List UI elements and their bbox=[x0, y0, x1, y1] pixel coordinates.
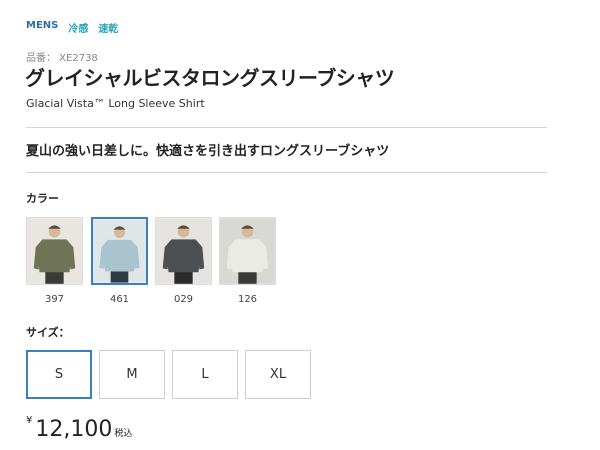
swatch-thumbnail bbox=[91, 217, 148, 285]
divider bbox=[26, 172, 547, 173]
tag-mens[interactable]: MENS bbox=[26, 20, 58, 35]
size-options: S M L XL bbox=[26, 350, 311, 399]
page-title: グレイシャルビスタロングスリーブシャツ bbox=[25, 66, 395, 90]
size-option-l[interactable]: L bbox=[172, 350, 238, 399]
swatch-code: 461 bbox=[109, 294, 130, 305]
size-option-s[interactable]: S bbox=[26, 350, 92, 399]
swatch-thumbnail bbox=[219, 217, 276, 285]
swatch-thumbnail bbox=[155, 217, 212, 285]
currency-symbol: ¥ bbox=[26, 415, 33, 426]
product-tagline: 夏山の強い日差しに。快適さを引き出すロングスリーブシャツ bbox=[26, 144, 390, 159]
model-photo bbox=[220, 218, 275, 284]
size-option-xl[interactable]: XL bbox=[245, 350, 311, 399]
model-photo bbox=[156, 218, 211, 284]
swatch-code: 397 bbox=[44, 294, 65, 305]
size-section-label: サイズ： bbox=[26, 326, 70, 339]
color-swatch-461[interactable]: 461 bbox=[91, 217, 148, 305]
swatch-thumbnail bbox=[26, 217, 83, 285]
size-option-m[interactable]: M bbox=[99, 350, 165, 399]
model-photo bbox=[27, 218, 82, 284]
color-swatch-397[interactable]: 397 bbox=[26, 217, 83, 305]
swatch-code: 029 bbox=[173, 294, 194, 305]
color-swatch-029[interactable]: 029 bbox=[155, 217, 212, 305]
divider bbox=[26, 127, 547, 128]
tax-included-label: 税込 bbox=[114, 429, 133, 439]
feature-tags: MENS 冷感 速乾 bbox=[26, 20, 118, 35]
tag-quick-dry[interactable]: 速乾 bbox=[98, 20, 118, 35]
color-section-label: カラー bbox=[26, 192, 59, 205]
tag-cooling[interactable]: 冷感 bbox=[68, 20, 88, 35]
price-amount: 12,100 bbox=[35, 417, 113, 442]
swatch-code: 126 bbox=[237, 294, 258, 305]
model-photo bbox=[93, 219, 146, 283]
price: ¥ 12,100 税込 bbox=[26, 415, 133, 442]
product-subtitle: Glacial Vista™ Long Sleeve Shirt bbox=[26, 97, 205, 110]
color-swatch-126[interactable]: 126 bbox=[219, 217, 276, 305]
